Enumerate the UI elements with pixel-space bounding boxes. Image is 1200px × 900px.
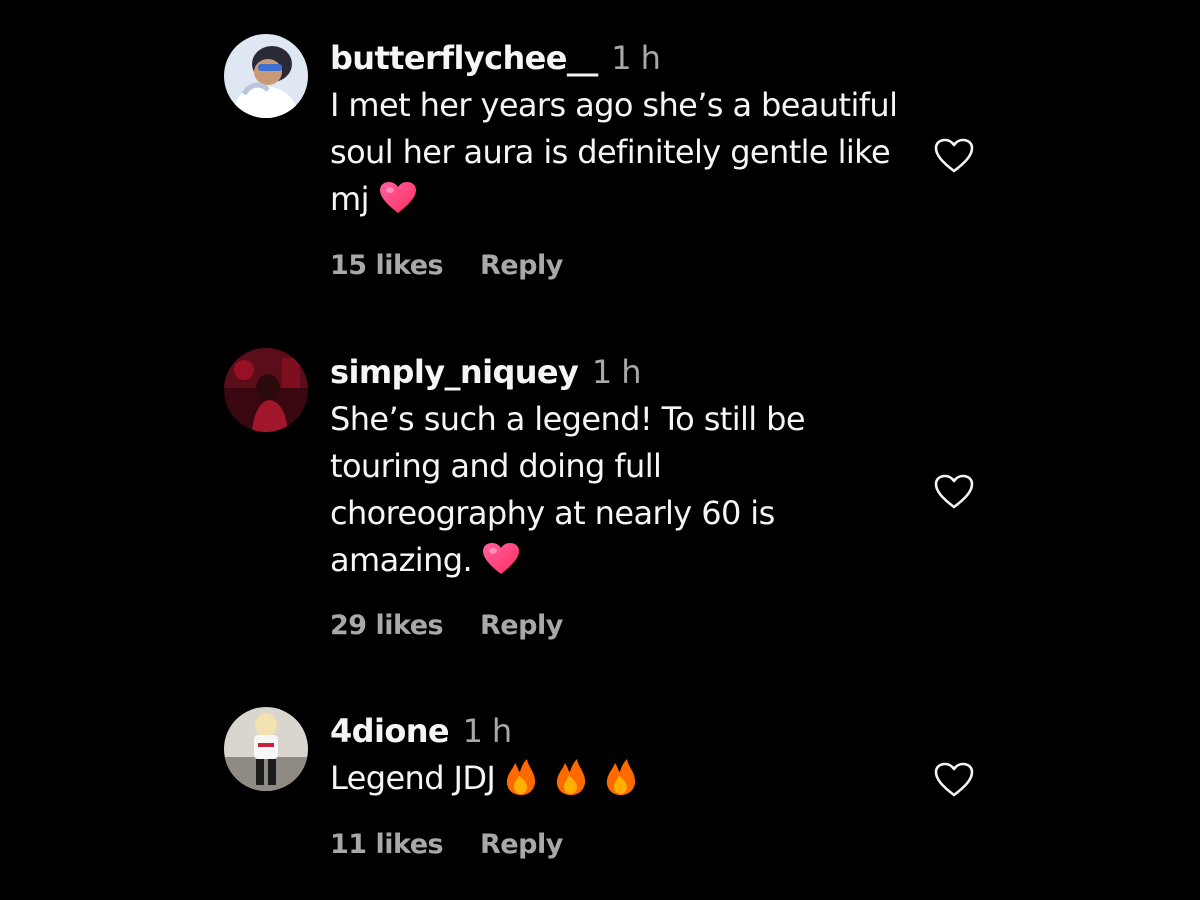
comment-text-line: touring and doing full	[330, 447, 662, 485]
username[interactable]: simply_niquey	[330, 353, 579, 391]
comment-text: I met her years ago she’s a beautiful so…	[330, 82, 920, 223]
comment-actions: 29 likes Reply	[330, 610, 563, 641]
avatar[interactable]	[224, 348, 308, 432]
likes-count[interactable]: 15 likes	[330, 250, 444, 281]
timestamp: 1 h	[591, 353, 642, 391]
comment-text-line: mj	[330, 176, 920, 223]
timestamp: 1 h	[462, 712, 513, 750]
comment-header: simply_niquey 1 h	[330, 348, 920, 396]
comment-text-line: She’s such a legend! To still be	[330, 400, 806, 438]
comment-text-line: choreography at nearly 60 is	[330, 494, 775, 532]
avatar[interactable]	[224, 34, 308, 118]
heart-outline-icon	[934, 474, 974, 509]
comment-text-fragment: Legend JDJ	[330, 759, 496, 797]
fire-emoji	[605, 758, 637, 796]
like-button[interactable]	[934, 138, 974, 174]
heart-emoji	[482, 542, 520, 576]
comment-item: simply_niquey 1 h She’s such a legend! T…	[224, 348, 984, 648]
heart-outline-icon	[934, 762, 974, 797]
comment-text-fragment: mj	[330, 180, 369, 218]
comment-text-line: amazing.	[330, 537, 920, 584]
comment-actions: 11 likes Reply	[330, 829, 563, 860]
comment-body: simply_niquey 1 h She’s such a legend! T…	[330, 348, 920, 584]
like-button[interactable]	[934, 474, 974, 510]
timestamp: 1 h	[611, 39, 661, 77]
comment-text: She’s such a legend! To still be touring…	[330, 396, 920, 584]
comment-actions: 15 likes Reply	[330, 250, 563, 281]
username[interactable]: butterflychee__	[330, 39, 598, 77]
comment-body: 4dione 1 h Legend JDJ	[330, 707, 920, 802]
reply-button[interactable]: Reply	[480, 250, 563, 281]
heart-emoji	[379, 181, 417, 215]
heart-outline-icon	[934, 138, 974, 173]
comment-text-line: soul her aura is definitely gentle like	[330, 133, 891, 171]
likes-count[interactable]: 29 likes	[330, 610, 444, 641]
comment-item: 4dione 1 h Legend JDJ 11 likes Reply	[224, 707, 984, 877]
comment-text-line: I met her years ago she’s a beautiful	[330, 86, 898, 124]
comment-text: Legend JDJ	[330, 755, 920, 802]
reply-button[interactable]: Reply	[480, 829, 563, 860]
comment-text-fragment: amazing.	[330, 541, 473, 579]
comment-header: 4dione 1 h	[330, 707, 920, 755]
comment-text-line: Legend JDJ	[330, 755, 920, 802]
reply-button[interactable]: Reply	[480, 610, 563, 641]
comment-header: butterflychee__ 1 h	[330, 34, 920, 82]
fire-emoji	[505, 758, 537, 796]
avatar[interactable]	[224, 707, 308, 791]
likes-count[interactable]: 11 likes	[330, 829, 444, 860]
comment-item: butterflychee__ 1 h I met her years ago …	[224, 34, 984, 294]
fire-emoji	[555, 758, 587, 796]
like-button[interactable]	[934, 762, 974, 798]
username[interactable]: 4dione	[330, 712, 450, 750]
comment-body: butterflychee__ 1 h I met her years ago …	[330, 34, 920, 223]
